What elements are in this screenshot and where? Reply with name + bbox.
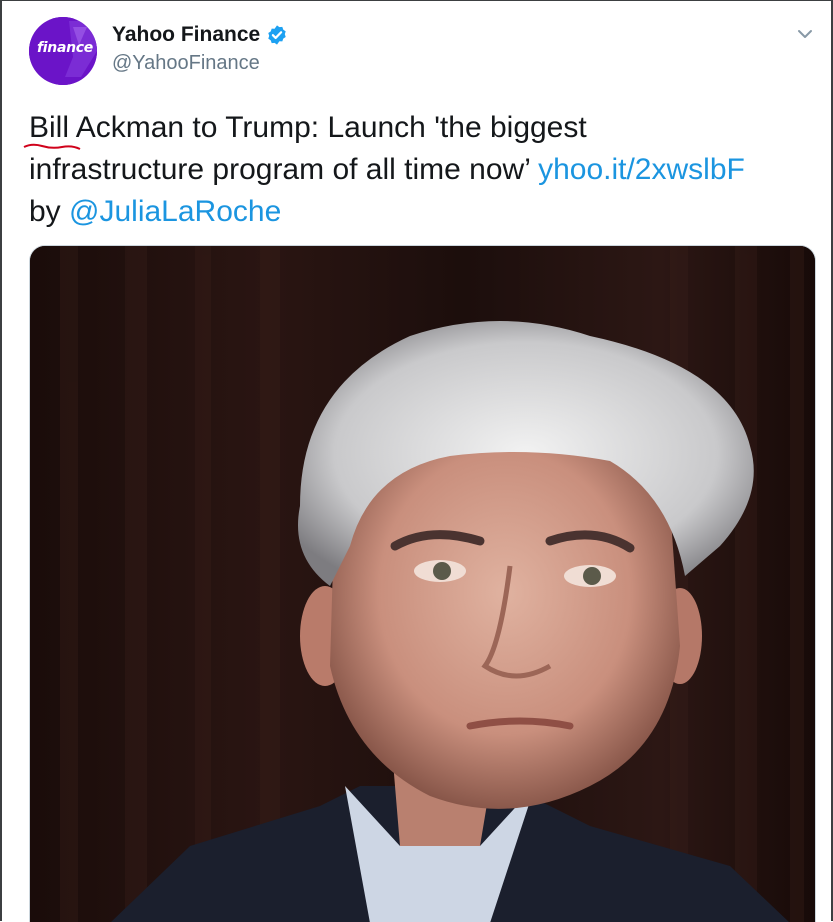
tweet-line-3: by @JuliaLaRoche [29,191,819,233]
portrait-image [30,246,815,922]
tweet-photo[interactable] [29,245,816,922]
chevron-down-icon[interactable] [794,23,816,45]
word-bill: Bill [29,111,70,144]
tweet-card: finance Yahoo Finance @YahooFinance Bill… [0,0,833,922]
tweet-link[interactable]: yhoo.it/2xwslbF [538,153,745,186]
avatar-text: finance [37,40,93,56]
display-name[interactable]: Yahoo Finance [112,23,260,47]
display-name-row[interactable]: Yahoo Finance [112,23,288,47]
tweet-line-2-text: infrastructure program of all time now’ [29,153,539,186]
verified-badge-icon [266,24,288,46]
tweet-line-1: Bill Ackman to Trump: Launch 'the bigges… [29,107,819,149]
tweet-line-3-prefix: by [29,195,70,228]
tweet-line-1-rest: Ackman to Trump: Launch 'the biggest [69,111,587,144]
avatar[interactable]: finance [29,17,97,85]
account-handle[interactable]: @YahooFinance [112,52,260,75]
tweet-text: Bill Ackman to Trump: Launch 'the bigges… [29,107,819,233]
mention-link[interactable]: @JuliaLaRoche [69,195,281,228]
spellcheck-underline [23,143,81,150]
tweet-line-2: infrastructure program of all time now’ … [29,149,819,191]
